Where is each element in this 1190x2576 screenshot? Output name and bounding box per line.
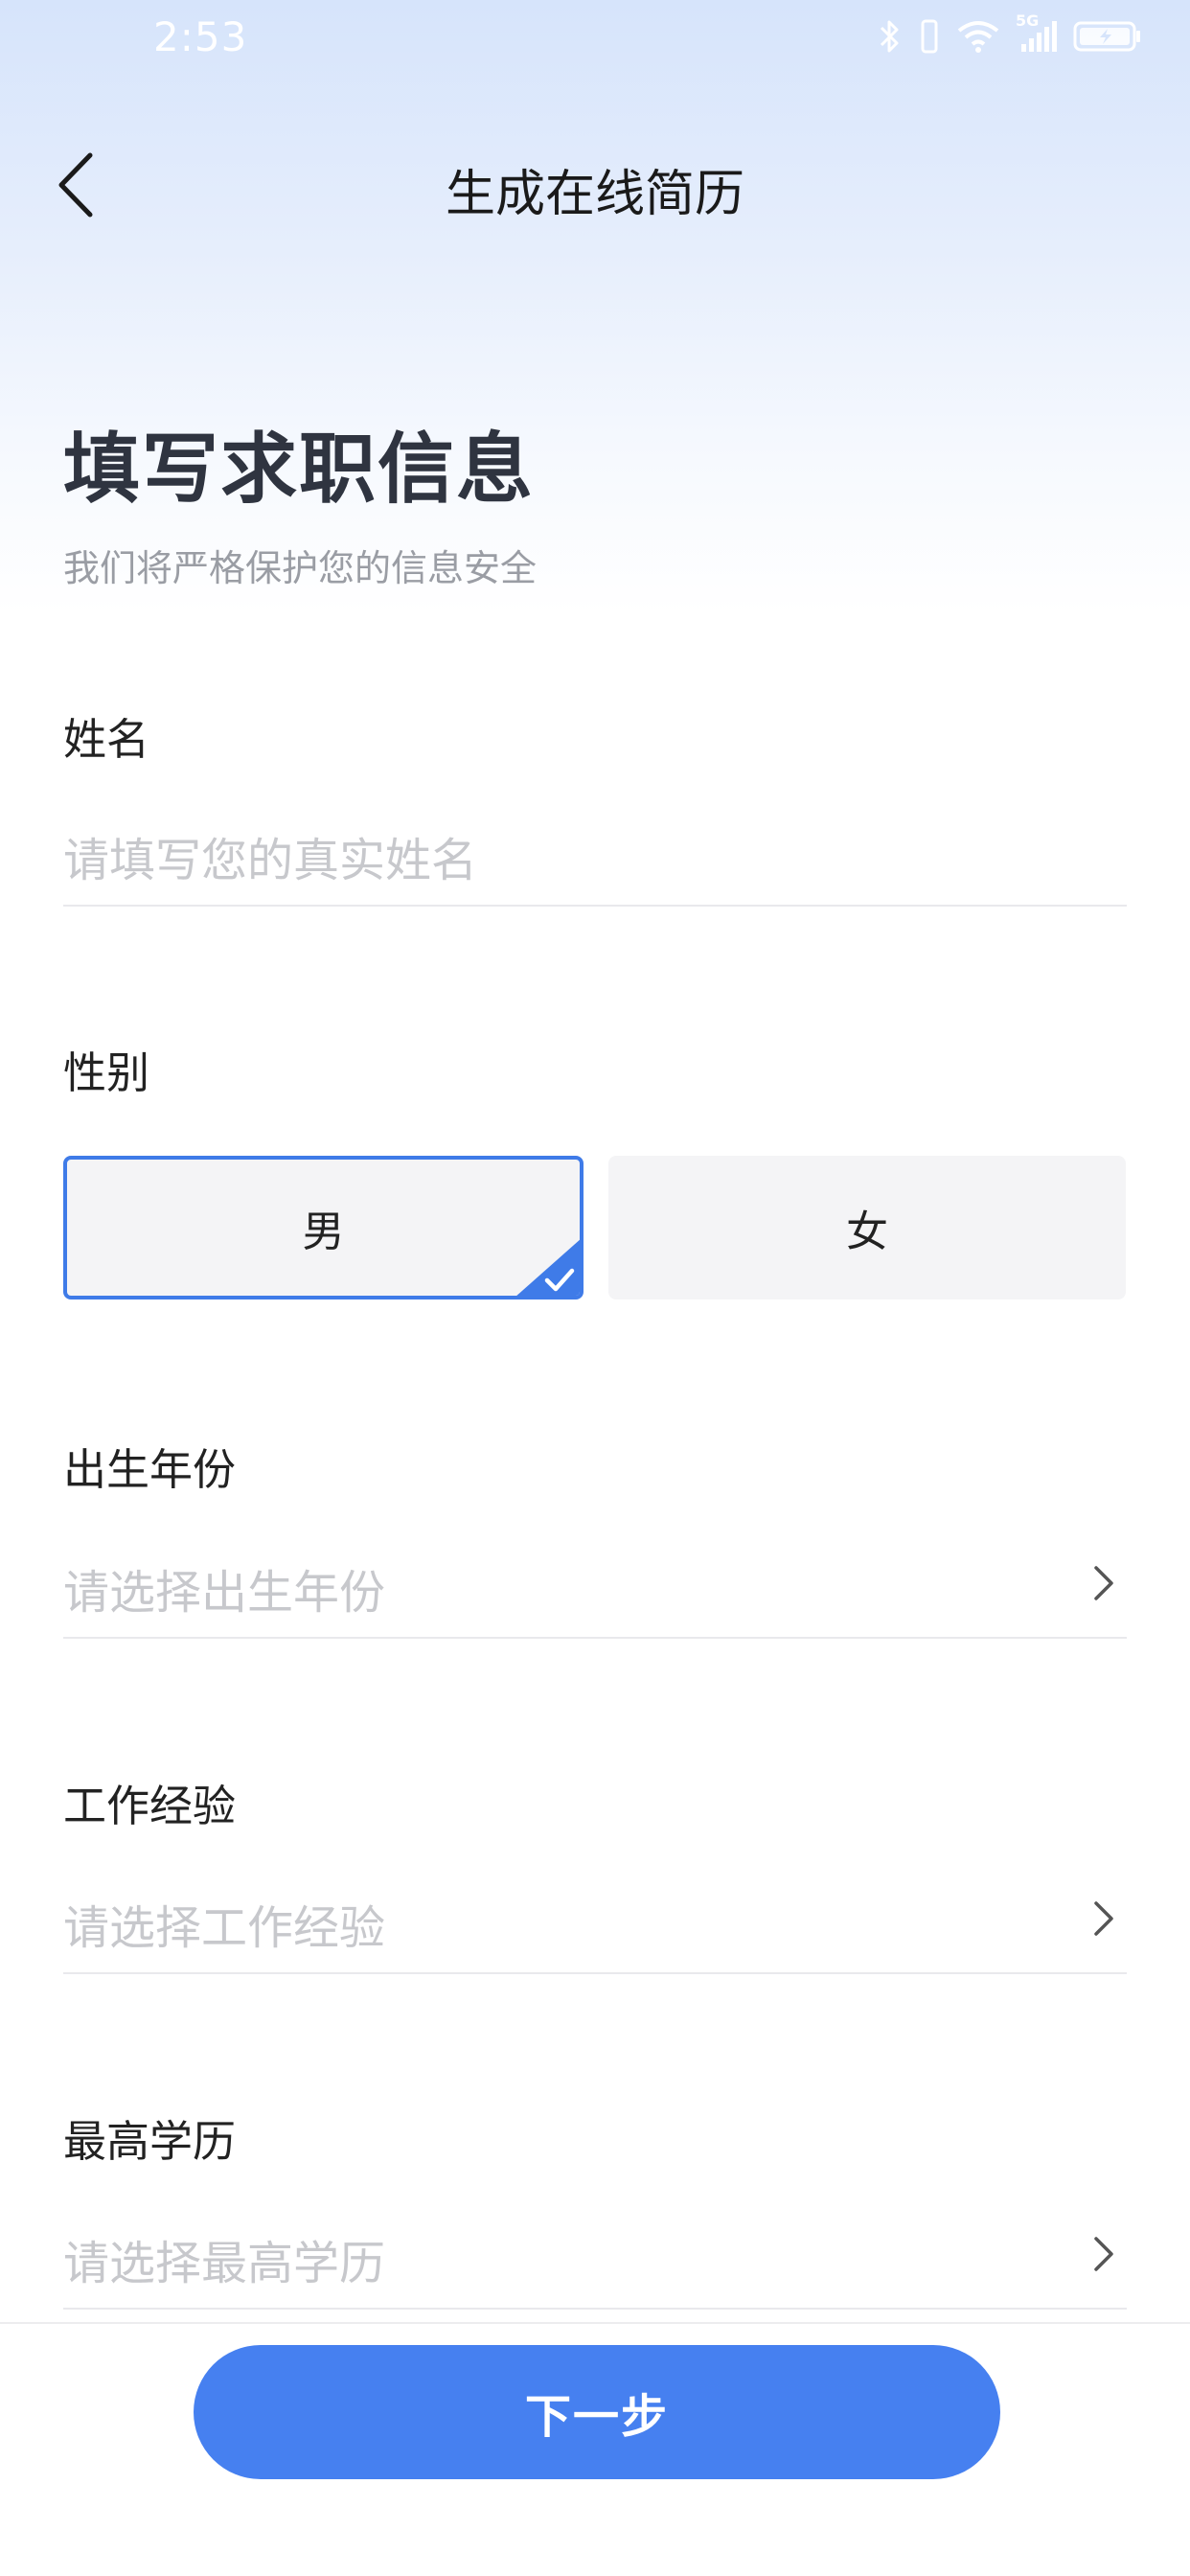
battery-charging-icon (1073, 17, 1142, 56)
education-select[interactable]: 请选择最高学历 (63, 2212, 1127, 2310)
name-input[interactable]: 请填写您的真实姓名 (63, 809, 1127, 907)
bluetooth-icon (878, 17, 903, 56)
footer-divider (0, 2322, 1190, 2324)
status-bar: 2:53 5G (0, 0, 1190, 77)
form-heading: 填写求职信息 (63, 425, 535, 514)
chevron-right-icon (1088, 2235, 1117, 2273)
page-title: 生成在线简历 (445, 166, 744, 223)
cellular-signal-icon: 5G (1016, 12, 1058, 56)
gender-option-label: 男 (302, 1208, 345, 1256)
status-icons: 5G (878, 12, 1142, 56)
status-time: 2:53 (153, 13, 248, 60)
birth-year-placeholder: 请选择出生年份 (63, 1566, 386, 1620)
gender-option-male[interactable]: 男 (63, 1156, 584, 1300)
wifi-icon (956, 17, 1000, 56)
education-label: 最高学历 (63, 2116, 237, 2167)
education-placeholder: 请选择最高学历 (63, 2237, 386, 2290)
chevron-right-icon (1088, 1564, 1117, 1602)
vibrate-icon (918, 17, 941, 56)
name-label: 姓名 (63, 714, 150, 765)
name-placeholder: 请填写您的真实姓名 (63, 834, 478, 887)
birth-year-label: 出生年份 (63, 1444, 237, 1495)
work-experience-select[interactable]: 请选择工作经验 (63, 1876, 1127, 1974)
gender-label: 性别 (63, 1047, 150, 1098)
privacy-notice: 我们将严格保护您的信息安全 (63, 547, 538, 589)
work-experience-placeholder: 请选择工作经验 (63, 1901, 386, 1955)
work-experience-label: 工作经验 (63, 1781, 237, 1831)
birth-year-select[interactable]: 请选择出生年份 (63, 1541, 1127, 1639)
gender-option-label: 女 (846, 1208, 888, 1256)
chevron-right-icon (1088, 1899, 1117, 1938)
nav-bar: 生成在线简历 (0, 125, 1190, 249)
network-type: 5G (1016, 12, 1040, 30)
gender-option-female[interactable]: 女 (608, 1156, 1126, 1300)
check-icon (515, 1238, 580, 1296)
next-step-button[interactable]: 下一步 (194, 2345, 1000, 2479)
